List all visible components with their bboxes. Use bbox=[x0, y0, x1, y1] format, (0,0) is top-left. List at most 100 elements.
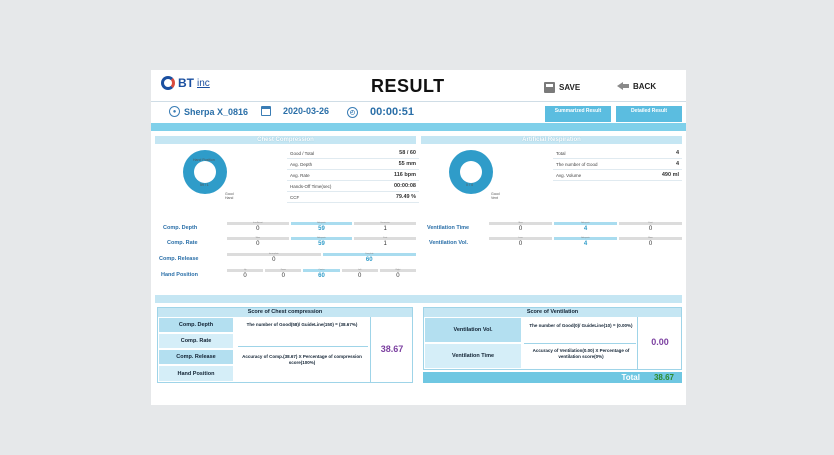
chest-stats: Good / Total 58 / 60 Avg. Depth 55 mm Avg.… bbox=[287, 148, 419, 203]
user-name: Sherpa X_0816 bbox=[184, 106, 249, 117]
divider-strip bbox=[151, 123, 686, 131]
total-bar: Total 38.67 bbox=[423, 372, 682, 383]
chest-donut-top-label: Hand Position bbox=[193, 158, 215, 162]
metric-label: Comp. Rate bbox=[167, 240, 198, 246]
chest-compression-panel: Chest Compression Hand Position 59 / 1 G… bbox=[155, 136, 419, 203]
total-value: 38.67 bbox=[653, 373, 674, 382]
chest-donut: Hand Position 59 / 1 Good Hand bbox=[183, 150, 234, 200]
metric-row-vent-time: Ventilation Time Slow 0 Adequate 4 Fast 0 bbox=[421, 221, 682, 235]
stat-value: 00:00:08 bbox=[393, 183, 416, 189]
stat-label: Avg. Rate bbox=[290, 172, 310, 178]
back-arrow-icon bbox=[617, 82, 629, 91]
metric-value: 60 bbox=[318, 273, 325, 279]
tab-detailed-result[interactable]: Detailed Result bbox=[616, 106, 682, 122]
stat-value: 116 bpm bbox=[393, 172, 416, 178]
logo-text: BT bbox=[178, 76, 194, 90]
time-info: ◴ 00:00:51 bbox=[347, 106, 414, 118]
metric-value: 0 bbox=[256, 226, 260, 232]
stat-label: Avg. Volume bbox=[556, 172, 582, 178]
metric-value: 59 bbox=[318, 241, 325, 247]
metric-value: 0 bbox=[272, 257, 276, 263]
logo-suffix: inc bbox=[197, 77, 210, 89]
resp-donut: 0 / 4 Good Vent bbox=[449, 150, 500, 200]
metric-value: 0 bbox=[281, 273, 285, 279]
bt-logo: BT inc bbox=[161, 76, 210, 90]
save-icon bbox=[544, 82, 555, 93]
metric-label: Ventilation Time bbox=[427, 225, 470, 231]
metric-row-depth: Comp. Depth Insufficient 0 Adequate 59 Exc… bbox=[155, 221, 417, 235]
score-divider bbox=[155, 295, 682, 303]
metric-value: 0 bbox=[396, 273, 400, 279]
metric-value: 1 bbox=[383, 226, 387, 232]
metric-value: 4 bbox=[583, 226, 588, 232]
score-label: Comp. Release bbox=[158, 349, 234, 365]
metric-value: 4 bbox=[583, 241, 588, 247]
vent-score-labels: Ventilation Vol. Ventilation Time bbox=[424, 317, 522, 369]
resp-donut-foot-label: Good Vent bbox=[491, 192, 500, 200]
session-date: 2020-03-26 bbox=[283, 106, 330, 116]
metric-value: 0 bbox=[648, 226, 653, 232]
date-info: 2020-03-26 bbox=[261, 106, 329, 116]
back-label: BACK bbox=[633, 82, 657, 91]
metric-value: 59 bbox=[318, 226, 325, 232]
stat-value: 4 bbox=[675, 150, 679, 156]
chest-score-box: Score of Chest compression Comp. Depth C… bbox=[157, 307, 413, 383]
session-time: 00:00:51 bbox=[370, 106, 415, 118]
metric-value: 0 bbox=[256, 241, 260, 247]
total-label: Total bbox=[621, 373, 640, 382]
score-label: Hand Position bbox=[158, 365, 234, 382]
user-icon: ● bbox=[169, 106, 180, 117]
result-screen: BT inc RESULT SAVE BACK ● Sherpa X_0816 … bbox=[151, 70, 686, 405]
metric-label: Ventilation Vol. bbox=[429, 240, 469, 246]
tab-summarized-result[interactable]: Summarized Result bbox=[545, 106, 611, 122]
vent-formula-2: Accuracy of Ventilation(0.00) X Percenta… bbox=[532, 348, 630, 359]
save-button[interactable]: SAVE bbox=[544, 82, 580, 93]
score-label: Comp. Depth bbox=[158, 317, 234, 333]
chest-metrics: Comp. Depth Insufficient 0 Adequate 59 Exc… bbox=[155, 221, 417, 283]
chest-donut-bottom-label: 59 / 1 bbox=[200, 183, 209, 187]
metric-row-release: Comp. Release Incomplete 0 Complete 60 bbox=[155, 251, 416, 267]
stat-value: 79.49 % bbox=[395, 194, 416, 200]
stat-label: CCF bbox=[290, 194, 300, 200]
vent-score-title: Score of Ventilation bbox=[424, 308, 681, 317]
vent-score-box: Score of Ventilation Ventilation Vol. Ve… bbox=[423, 307, 682, 370]
resp-stats: Total 4 The number of Good 4 Avg. Volume 49… bbox=[553, 148, 682, 181]
metric-value: 0 bbox=[243, 273, 247, 279]
metric-row-rate: Comp. Rate Slow 0 Adequate 59 Fast 1 bbox=[155, 235, 417, 251]
metric-label: Comp. Depth bbox=[163, 225, 198, 231]
metric-value: 0 bbox=[518, 226, 523, 232]
stat-label: Good / Total bbox=[290, 150, 315, 156]
page-title: RESULT bbox=[371, 76, 445, 96]
metric-label: Hand Position bbox=[161, 272, 198, 278]
clock-icon: ◴ bbox=[347, 106, 358, 118]
save-label: SAVE bbox=[559, 83, 581, 92]
stat-label: The number of Good bbox=[556, 161, 598, 167]
vent-score-value: 0.00 bbox=[651, 337, 669, 347]
chest-score-title: Score of Chest compression bbox=[158, 308, 412, 317]
metric-row-hand-position: Hand Position Up 0 Down 0 Center 60 Left 0 R… bbox=[155, 267, 417, 283]
stat-value: 58 / 60 bbox=[399, 150, 416, 156]
stat-value: 4 bbox=[675, 161, 679, 167]
vent-formula-1: The number of Good(0)/ GuideLine(10) = (… bbox=[529, 323, 633, 328]
stat-value: 490 ml bbox=[661, 172, 679, 178]
metric-value: 1 bbox=[383, 241, 387, 247]
back-button[interactable]: BACK bbox=[617, 82, 656, 91]
bt-logo-icon bbox=[161, 76, 175, 90]
chest-formula-2: Accuracy of Comp.(38.67) X Percentage of… bbox=[242, 354, 362, 365]
stat-value: 55 mm bbox=[398, 161, 416, 167]
chest-formula-1: The number of Good(58)/ GuideLine(150) =… bbox=[246, 322, 358, 327]
stat-label: Hands-Off Time(sec) bbox=[290, 183, 332, 189]
metric-value: 60 bbox=[365, 257, 373, 263]
metric-row-vent-vol: Ventilation Vol. Less 0 Adequate 4 More 0 bbox=[421, 235, 682, 251]
stat-label: Avg. Depth bbox=[290, 161, 313, 167]
chest-score-value: 38.67 bbox=[380, 344, 404, 354]
header: BT inc RESULT SAVE BACK bbox=[151, 70, 686, 100]
artificial-respiration-title: Artificial Respiration bbox=[421, 136, 682, 144]
score-label: Ventilation Vol. bbox=[424, 317, 522, 343]
chest-score-labels: Comp. Depth Comp. Rate Comp. Release Han… bbox=[158, 317, 234, 382]
user-info: ● Sherpa X_0816 bbox=[169, 106, 248, 117]
resp-metrics: Ventilation Time Slow 0 Adequate 4 Fast 0 V… bbox=[421, 221, 682, 251]
chest-donut-foot-label: Good Hand bbox=[225, 192, 234, 200]
metric-label: Comp. Release bbox=[159, 256, 199, 262]
resp-donut-bottom-label: 0 / 4 bbox=[466, 183, 473, 187]
